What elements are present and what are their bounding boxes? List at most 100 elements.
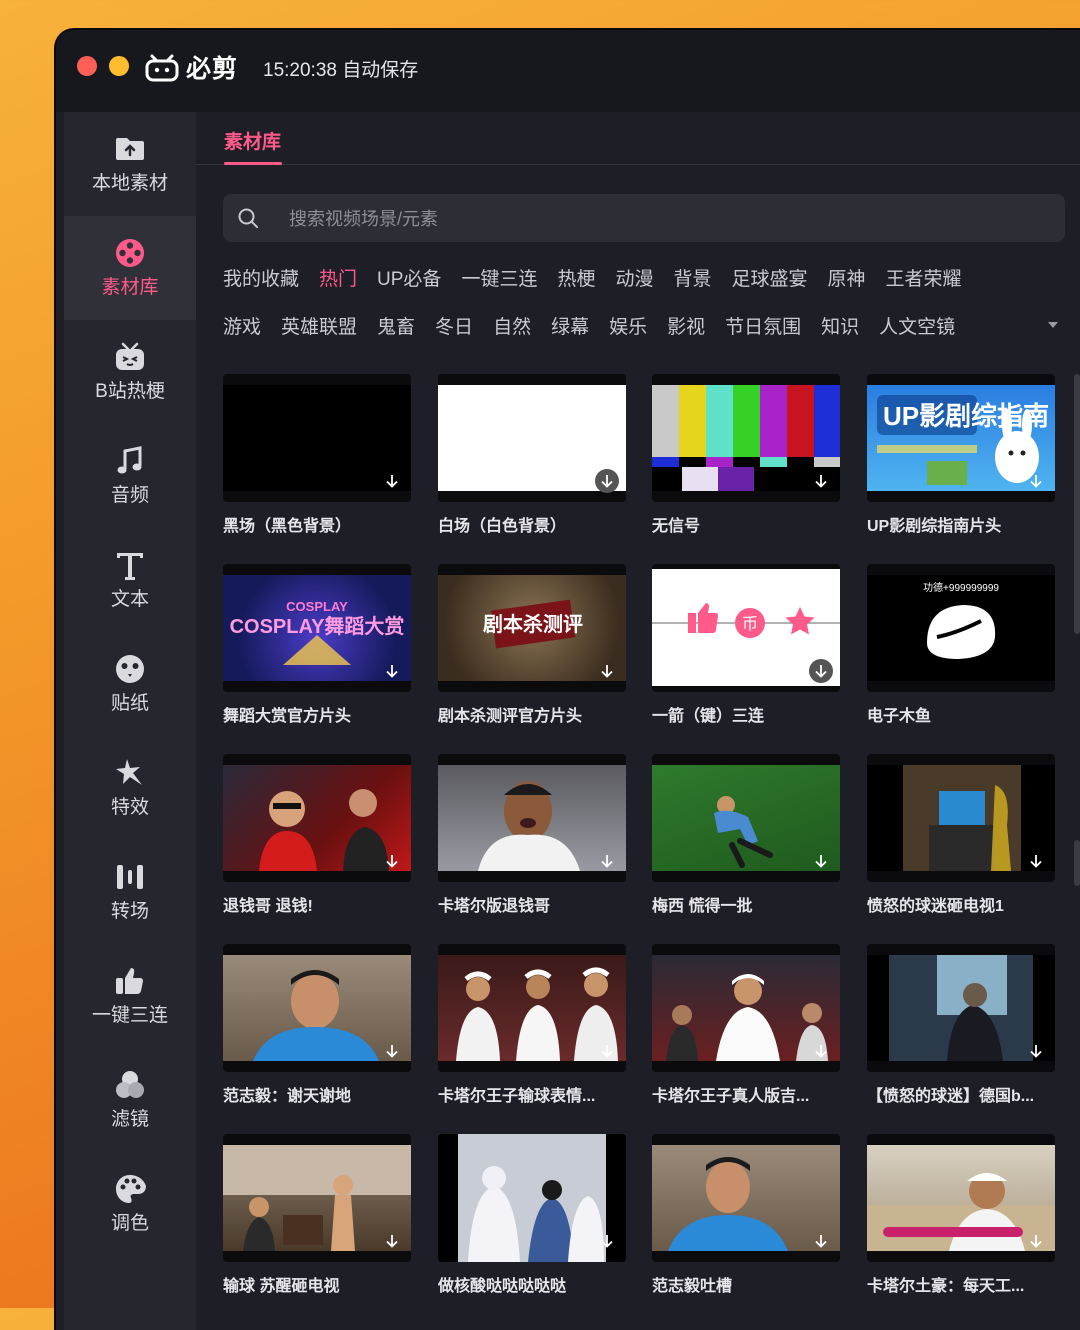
sidebar-item-stickers[interactable]: 贴纸 (64, 632, 196, 736)
material-card[interactable]: UP影剧综指南 UP影剧综指南片头 (867, 374, 1055, 538)
category-knowledge[interactable]: 知识 (821, 312, 859, 339)
download-button[interactable] (380, 469, 404, 493)
material-card[interactable]: 黑场（黑色背景） (223, 374, 411, 538)
sticker-face-icon (116, 655, 144, 683)
download-button[interactable] (380, 659, 404, 683)
download-button[interactable] (595, 849, 619, 873)
material-title: 卡塔尔版退钱哥 (438, 898, 551, 915)
download-button[interactable] (809, 1229, 833, 1253)
sidebar-item-text[interactable]: 文本 (64, 528, 196, 632)
material-card[interactable]: 无信号 (652, 374, 840, 538)
sidebar-item-material-library[interactable]: 素材库 (64, 216, 196, 320)
download-button[interactable] (595, 1229, 619, 1253)
download-button[interactable] (809, 849, 833, 873)
download-button[interactable] (809, 659, 833, 683)
material-card[interactable]: 愤怒的球迷砸电视1 (867, 754, 1055, 918)
text-t-icon (117, 553, 143, 580)
sidebar-item-label: 转场 (110, 901, 149, 922)
category-triple-like[interactable]: 一键三连 (461, 264, 537, 291)
sidebar-item-label: 素材库 (101, 277, 159, 298)
download-button[interactable] (595, 469, 619, 493)
minimize-window-button[interactable] (109, 56, 129, 76)
material-card[interactable]: 剧本杀测评 剧本杀测评官方片头 (438, 564, 626, 728)
material-card[interactable]: 退钱哥 退钱! (223, 754, 411, 918)
search-input[interactable] (287, 194, 991, 244)
material-card[interactable]: 做核酸哒哒哒哒哒 (438, 1134, 626, 1298)
material-card[interactable]: 白场（白色背景） (438, 374, 626, 538)
category-winter[interactable]: 冬日 (435, 312, 473, 339)
sidebar-item-audio[interactable]: 音频 (64, 424, 196, 528)
material-thumbnail (223, 1134, 411, 1262)
download-button[interactable] (380, 1229, 404, 1253)
material-card[interactable]: 功德+999999999 电子木鱼 (867, 564, 1055, 728)
sidebar-item-triple-like[interactable]: 一键三连 (64, 944, 196, 1048)
category-football[interactable]: 足球盛宴 (732, 264, 808, 291)
category-film-tv[interactable]: 影视 (667, 312, 705, 339)
download-button[interactable] (1024, 1229, 1048, 1253)
material-card[interactable]: 输球 苏醒砸电视 (223, 1134, 411, 1298)
category-lol[interactable]: 英雄联盟 (281, 312, 357, 339)
tab-material-library[interactable]: 素材库 (224, 127, 281, 154)
material-card[interactable]: 币 一箭（键）三连 (652, 564, 840, 728)
material-card[interactable]: 卡塔尔版退钱哥 (438, 754, 626, 918)
autosave-status: 15:20:38 自动保存 (263, 60, 419, 81)
material-card[interactable]: 梅西 慌得一批 (652, 754, 840, 918)
sidebar-item-color-grading[interactable]: 调色 (64, 1152, 196, 1256)
material-card[interactable]: 范志毅：谢天谢地 (223, 944, 411, 1108)
category-genshin[interactable]: 原神 (828, 264, 866, 291)
category-holiday[interactable]: 节日氛围 (725, 312, 801, 339)
sidebar-item-bilibili-memes[interactable]: B站热梗 (64, 320, 196, 424)
close-window-button[interactable] (77, 56, 97, 76)
thumb-text: COSPLAY舞蹈大赏 (230, 614, 405, 638)
material-card[interactable]: 卡塔尔王子真人版吉... (652, 944, 840, 1108)
category-row-1: 我的收藏 热门 UP必备 一键三连 热梗 动漫 背景 足球盛宴 原神 王者荣耀 (223, 264, 982, 291)
material-thumbnail (223, 754, 411, 882)
category-anime[interactable]: 动漫 (615, 264, 653, 291)
material-title: 剧本杀测评官方片头 (438, 708, 583, 725)
download-button[interactable] (595, 1039, 619, 1063)
scrollbar-thumb[interactable] (1074, 840, 1080, 886)
category-favorites[interactable]: 我的收藏 (223, 264, 299, 291)
material-card[interactable]: 【愤怒的球迷】德国b... (867, 944, 1055, 1108)
material-card[interactable]: 范志毅吐槽 (652, 1134, 840, 1298)
download-button[interactable] (1024, 469, 1048, 493)
category-up-essentials[interactable]: UP必备 (377, 264, 441, 291)
category-kichiku[interactable]: 鬼畜 (377, 312, 415, 339)
category-green-screen[interactable]: 绿幕 (551, 312, 589, 339)
category-nature[interactable]: 自然 (493, 312, 531, 339)
material-thumbnail: 功德+999999999 (867, 564, 1055, 692)
material-card[interactable]: 卡塔尔土豪：每天工... (867, 1134, 1055, 1298)
sidebar-item-label: 文本 (110, 589, 149, 610)
category-entertainment[interactable]: 娱乐 (609, 312, 647, 339)
download-arrow-icon (1030, 1045, 1042, 1058)
material-title: 电子木鱼 (867, 708, 932, 725)
sidebar-item-transitions[interactable]: 转场 (64, 840, 196, 944)
sidebar-item-label: 特效 (110, 797, 149, 818)
download-button[interactable] (380, 1039, 404, 1063)
download-button[interactable] (809, 469, 833, 493)
category-games[interactable]: 游戏 (223, 312, 261, 339)
category-memes[interactable]: 热梗 (557, 264, 595, 291)
material-card[interactable]: COSPLAY COSPLAY舞蹈大赏 舞蹈大赏官方片头 (223, 564, 411, 728)
download-button[interactable] (380, 849, 404, 873)
sidebar-item-local-media[interactable]: 本地素材 (64, 112, 196, 216)
category-hot[interactable]: 热门 (319, 264, 357, 291)
bilibili-tv-icon (116, 342, 144, 370)
sidebar-item-effects[interactable]: 特效 (64, 736, 196, 840)
category-cultural-scenery[interactable]: 人文空镜 (879, 312, 955, 339)
material-thumbnail (652, 374, 840, 502)
download-arrow-icon (1030, 1235, 1042, 1248)
category-expand-icon[interactable] (1046, 318, 1060, 332)
download-button[interactable] (809, 1039, 833, 1063)
category-honor-of-kings[interactable]: 王者荣耀 (886, 264, 962, 291)
material-card[interactable]: 卡塔尔王子输球表情... (438, 944, 626, 1108)
download-button[interactable] (1024, 1039, 1048, 1063)
category-background[interactable]: 背景 (673, 264, 711, 291)
download-button[interactable] (1024, 849, 1048, 873)
download-button[interactable] (595, 659, 619, 683)
material-title: 范志毅吐槽 (652, 1278, 733, 1295)
search-icon (238, 208, 258, 228)
sidebar-item-filters[interactable]: 滤镜 (64, 1048, 196, 1152)
scrollbar[interactable] (1074, 374, 1080, 634)
material-thumbnail (652, 754, 840, 882)
